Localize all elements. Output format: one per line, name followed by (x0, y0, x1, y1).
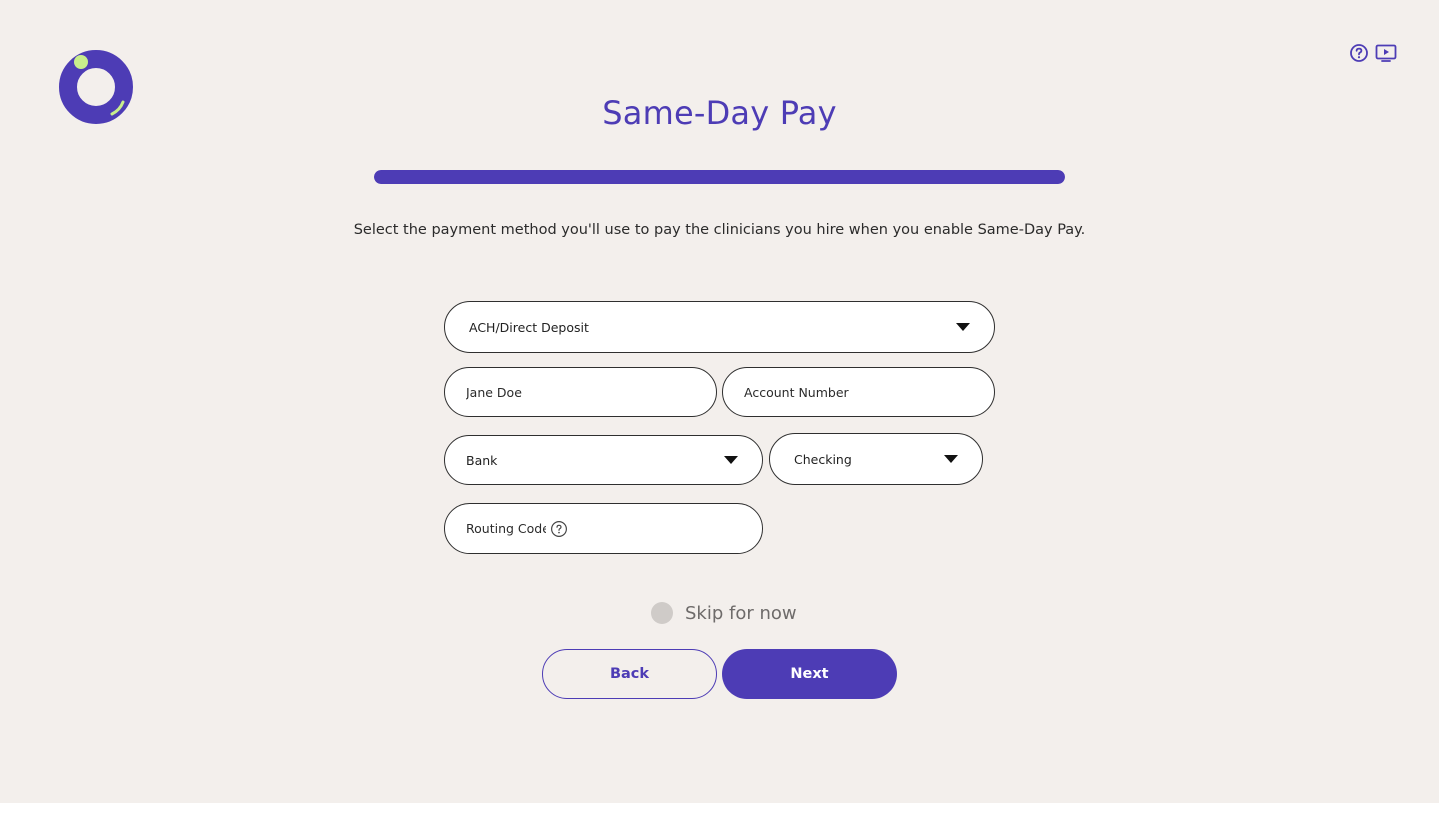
skip-for-now-option[interactable]: Skip for now (651, 602, 797, 624)
caret-down-icon (956, 323, 970, 331)
payment-method-select[interactable]: ACH/Direct Deposit (444, 301, 995, 353)
account-number-field[interactable] (722, 367, 995, 417)
account-number-input[interactable] (744, 384, 973, 400)
bank-select-value: Bank (466, 452, 498, 468)
help-circle-icon[interactable] (1349, 43, 1369, 63)
routing-code-input[interactable] (466, 521, 546, 536)
caret-down-icon (724, 456, 738, 464)
next-button[interactable]: Next (722, 649, 897, 699)
name-input[interactable] (466, 384, 695, 400)
help-circle-icon[interactable] (550, 520, 568, 538)
back-button[interactable]: Back (542, 649, 717, 699)
account-type-select[interactable]: Checking (769, 433, 983, 485)
payment-method-value: ACH/Direct Deposit (469, 319, 589, 335)
video-play-icon[interactable] (1375, 43, 1397, 63)
name-field[interactable] (444, 367, 717, 417)
skip-label: Skip for now (685, 602, 797, 624)
skip-radio[interactable] (651, 602, 673, 624)
caret-down-icon (944, 455, 958, 463)
progress-bar (374, 170, 1065, 184)
top-toolbar (1349, 43, 1397, 63)
page-subtitle: Select the payment method you'll use to … (353, 222, 1086, 238)
bank-select[interactable]: Bank (444, 435, 763, 485)
page-background: Same-Day Pay Select the payment method y… (0, 0, 1439, 803)
progress-bar-fill (374, 170, 1065, 184)
account-type-value: Checking (794, 451, 852, 467)
routing-code-field[interactable] (444, 503, 763, 554)
page-title: Same-Day Pay (602, 94, 837, 132)
